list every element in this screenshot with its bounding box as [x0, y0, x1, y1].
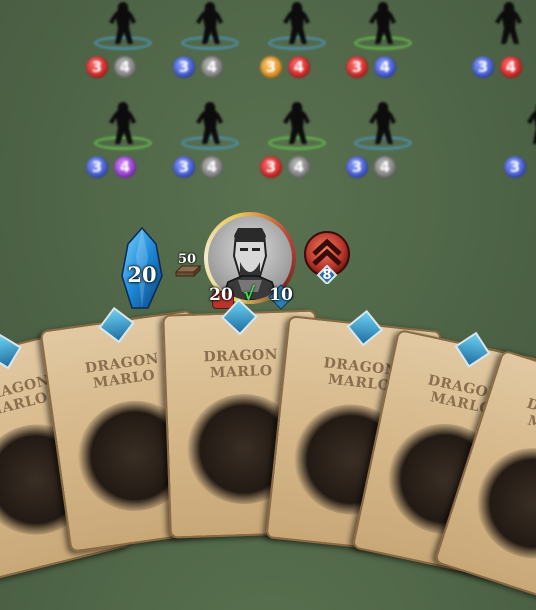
board-unit[interactable]: 34	[86, 100, 158, 190]
card-art	[462, 433, 536, 574]
board-unit[interactable]: 34	[173, 0, 245, 90]
unit-silhouette-icon	[109, 102, 136, 144]
unit-health: 4	[374, 56, 396, 78]
board-unit[interactable]: 34	[472, 0, 536, 90]
rank-level: 8	[322, 268, 332, 283]
unit-health: 4	[500, 56, 522, 78]
board-unit[interactable]: 34	[173, 100, 245, 190]
unit-silhouette-icon	[196, 2, 223, 44]
battlefield: 3434343434343434343	[0, 0, 536, 230]
card-cost-gem-icon	[0, 333, 22, 370]
unit-silhouette-icon	[196, 102, 223, 144]
unit-attack: 3	[86, 156, 108, 178]
unit-health: 4	[114, 56, 136, 78]
card-cost-gem-icon	[98, 306, 135, 344]
unit-health: 4	[114, 156, 136, 178]
player-hand: DRAGON MARLO DRAGON MARLO DRAGON MARLO DRAG…	[0, 298, 536, 610]
card-title: DRAGON MARLO	[524, 395, 536, 448]
board-unit[interactable]: 34	[260, 0, 332, 90]
unit-silhouette-icon	[283, 102, 310, 144]
unit-attack: 3	[86, 56, 108, 78]
unit-attack: 3	[173, 56, 195, 78]
unit-attack: 3	[260, 56, 282, 78]
unit-silhouette-icon	[283, 2, 310, 44]
unit-health: 4	[288, 156, 310, 178]
board-unit[interactable]: 34	[346, 0, 418, 90]
unit-silhouette-icon	[527, 106, 536, 144]
unit-health: 4	[288, 56, 310, 78]
unit-attack: 3	[504, 156, 526, 178]
board-unit[interactable]: 3	[504, 100, 536, 190]
card-title: DRAGON MARLO	[203, 346, 279, 382]
unit-attack: 3	[346, 156, 368, 178]
unit-silhouette-icon	[109, 2, 136, 44]
unit-attack: 3	[346, 56, 368, 78]
board-unit[interactable]: 34	[86, 0, 158, 90]
unit-silhouette-icon	[369, 2, 396, 44]
mana-value: 20	[127, 262, 157, 287]
unit-attack: 3	[260, 156, 282, 178]
unit-health: 4	[201, 56, 223, 78]
unit-attack: 3	[472, 56, 494, 78]
card-cost-gem-icon	[220, 298, 258, 336]
deck-count: 50	[177, 252, 197, 267]
unit-health: 4	[374, 156, 396, 178]
unit-attack: 3	[173, 156, 195, 178]
unit-silhouette-icon	[369, 102, 396, 144]
unit-silhouette-icon	[495, 2, 522, 44]
board-unit[interactable]: 34	[260, 100, 332, 190]
board-unit[interactable]: 34	[346, 100, 418, 190]
unit-health: 4	[201, 156, 223, 178]
card-cost-gem-icon	[346, 309, 384, 347]
card-cost-gem-icon	[454, 331, 491, 368]
